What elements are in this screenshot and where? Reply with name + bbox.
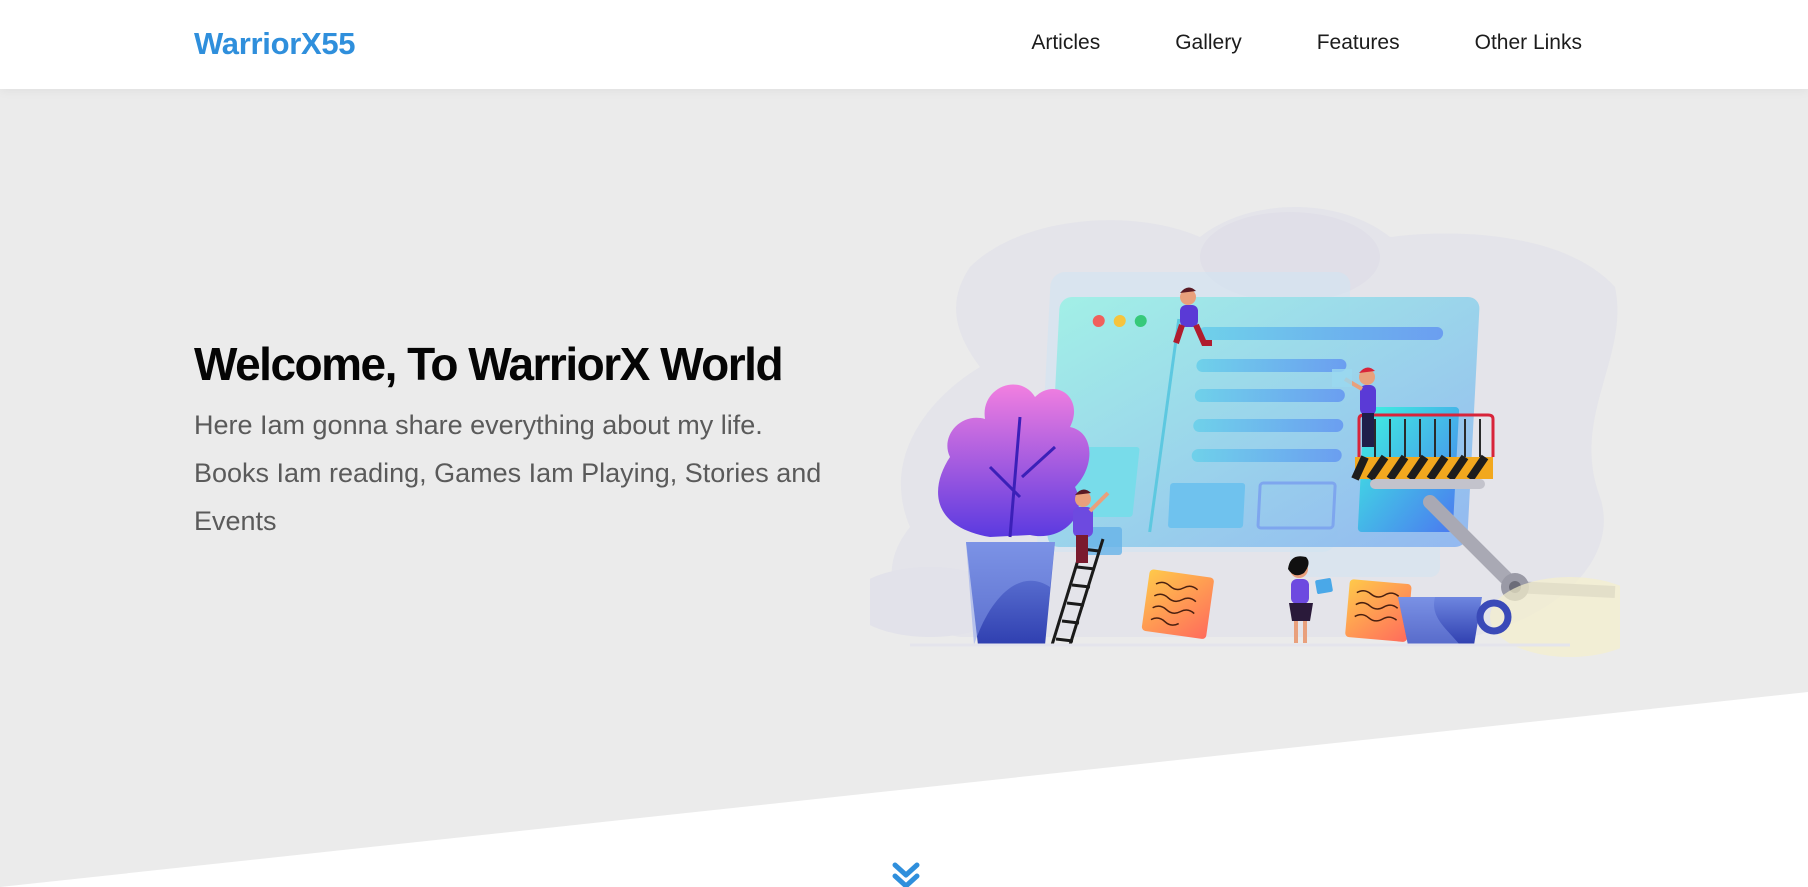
hero-illustration xyxy=(870,207,1620,657)
nav-link-articles[interactable]: Articles xyxy=(1031,31,1100,54)
nav-links: Articles Gallery Features Other Links xyxy=(1031,31,1582,55)
hero-description: Here Iam gonna share everything about my… xyxy=(194,410,822,536)
nav-item: Articles xyxy=(1031,31,1100,55)
double-chevron-down-icon[interactable] xyxy=(891,862,921,887)
navbar: WarriorX55 Articles Gallery Features Oth… xyxy=(0,0,1808,89)
brand-logo[interactable]: WarriorX55 xyxy=(194,26,356,62)
nav-link-features[interactable]: Features xyxy=(1317,31,1400,54)
hero-title: Welcome, To WarriorX World xyxy=(194,338,784,390)
nav-item: Gallery xyxy=(1175,31,1242,55)
hero-section: Welcome, To WarriorX World Here Iam gonn… xyxy=(0,89,1808,887)
nav-link-gallery[interactable]: Gallery xyxy=(1175,31,1242,54)
nav-item: Features xyxy=(1317,31,1400,55)
nav-item: Other Links xyxy=(1475,31,1582,55)
nav-link-other-links[interactable]: Other Links xyxy=(1475,31,1582,54)
